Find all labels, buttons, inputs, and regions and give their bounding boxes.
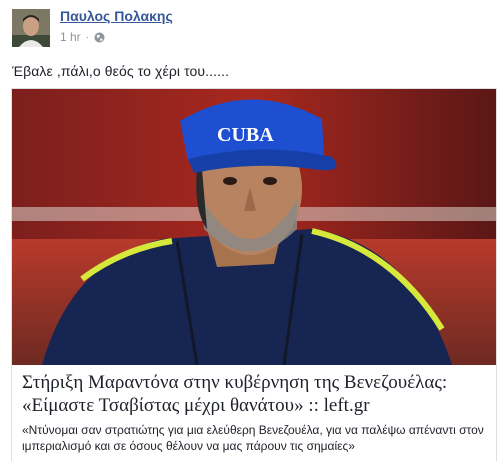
post-meta: 1 hr · bbox=[60, 30, 105, 44]
post-text: Έβαλε ,πάλι,ο θεός το χέρι του...... bbox=[12, 63, 230, 79]
cap-lettering: CUBA bbox=[217, 124, 274, 146]
author-name-link[interactable]: Παυλος Πολακης bbox=[60, 8, 173, 24]
link-preview-card[interactable]: CUBA Στήριξη Μαραντόνα στην κυβέρνηση τη… bbox=[11, 88, 497, 461]
link-preview-description: «Ντύνομαι σαν στρατιώτης για μια ελεύθερ… bbox=[22, 423, 484, 453]
author-avatar[interactable] bbox=[12, 9, 50, 47]
post-timestamp[interactable]: 1 hr bbox=[60, 30, 81, 44]
link-preview-image[interactable]: CUBA bbox=[12, 89, 496, 365]
meta-separator: · bbox=[85, 31, 90, 43]
link-preview-title[interactable]: Στήριξη Μαραντόνα στην κυβέρνηση της Βεν… bbox=[22, 371, 492, 417]
globe-icon[interactable] bbox=[94, 32, 105, 43]
facebook-post: Παυλος Πολακης 1 hr · Έβαλε ,πάλι,ο θεός… bbox=[0, 0, 499, 461]
